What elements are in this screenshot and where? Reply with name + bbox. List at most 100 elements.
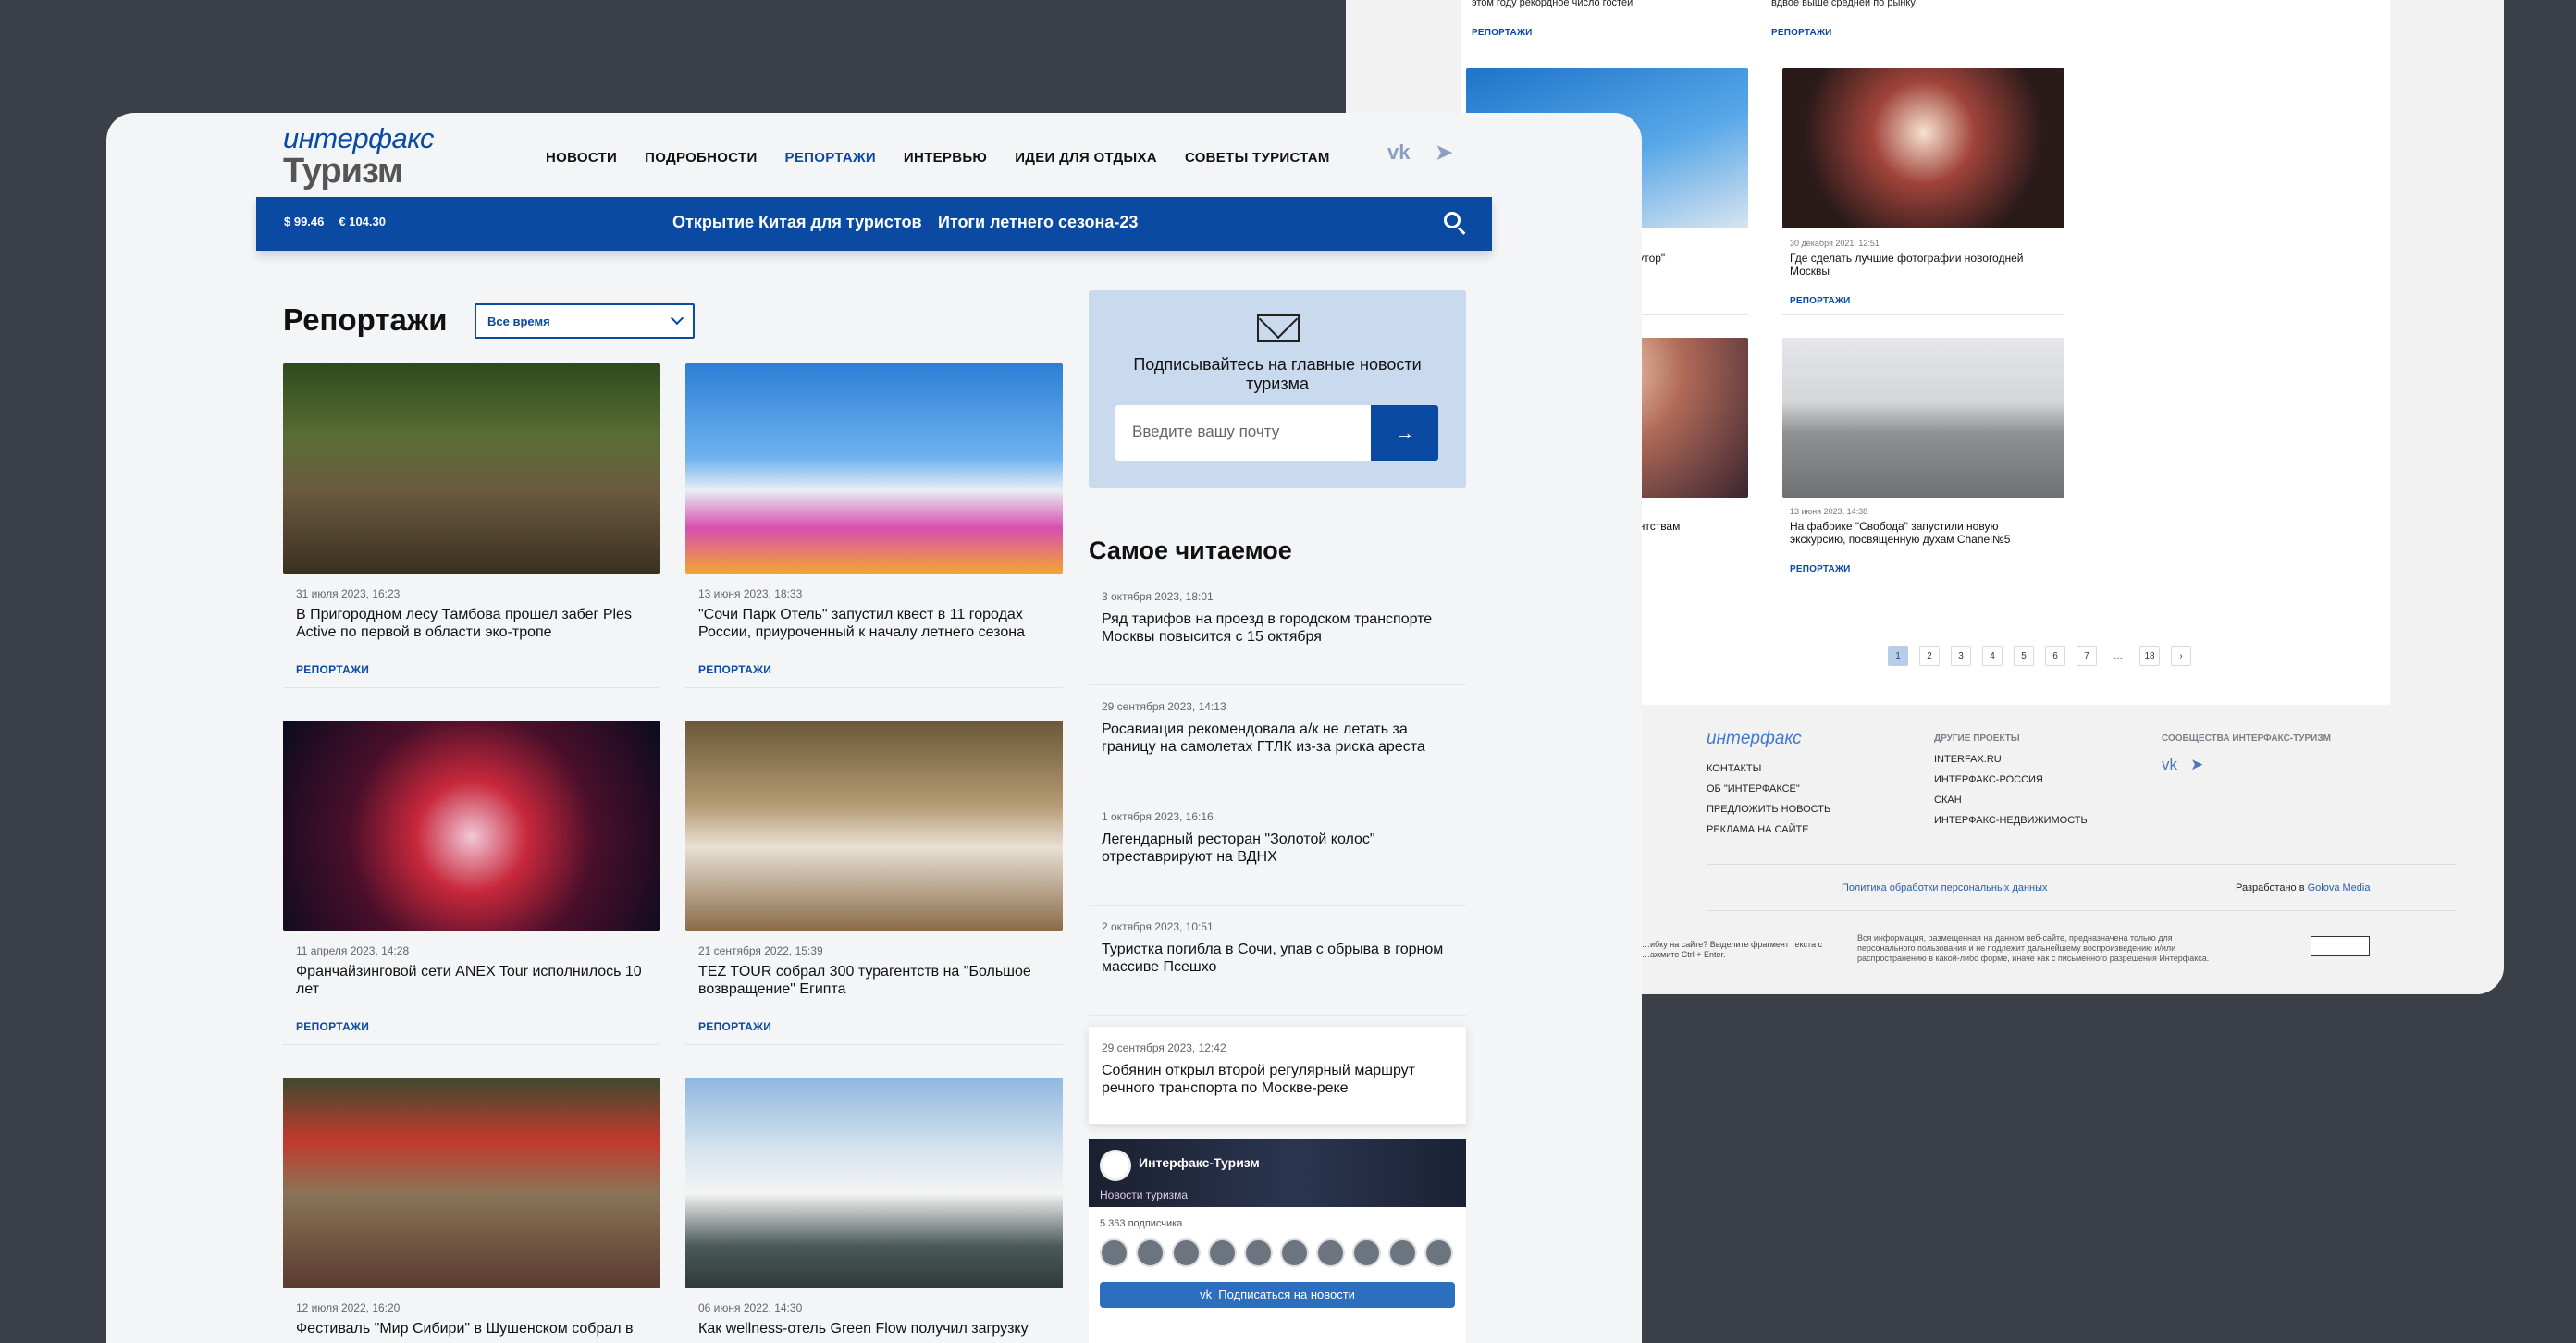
article-card[interactable]: 31 июля 2023, 16:23 В Пригородном лесу Т… — [283, 363, 660, 688]
most-read-headline[interactable]: Собянин открыл второй регулярный маршрут… — [1102, 1062, 1453, 1097]
article-tag[interactable]: РЕПОРТАЖИ — [698, 663, 1063, 676]
footer-link[interactable]: ИНТЕРФАКС-РОССИЯ — [1934, 770, 2088, 790]
developer-link[interactable]: Golova Media — [2308, 882, 2371, 893]
avatar[interactable] — [1280, 1238, 1309, 1267]
avatar[interactable] — [1316, 1238, 1345, 1267]
page-button[interactable]: 7 — [2077, 646, 2097, 666]
avatar[interactable] — [1244, 1238, 1273, 1267]
avatar[interactable] — [1136, 1238, 1165, 1267]
logo-interfax[interactable]: интерфакс — [283, 122, 435, 155]
vk-icon[interactable]: vk — [2162, 756, 2177, 773]
page-button[interactable]: 4 — [1982, 646, 2003, 666]
promo-link-season[interactable]: Итоги летнего сезона-23 — [938, 213, 1138, 232]
avatar[interactable] — [1424, 1238, 1453, 1267]
back-card-date: 30 декабря 2021, 12:51 — [1790, 239, 1880, 248]
nav-item-news[interactable]: НОВОСТИ — [546, 150, 617, 166]
back-card-image[interactable] — [1782, 68, 2064, 228]
footer-link[interactable]: РЕКЛАМА НА САЙТЕ — [1707, 819, 1830, 840]
nav-item-reports[interactable]: РЕПОРТАЖИ — [785, 150, 876, 166]
back-card-tag[interactable]: РЕПОРТАЖИ — [1790, 296, 1851, 306]
vk-subscribe-button[interactable]: vk Подписаться на новости — [1100, 1282, 1455, 1308]
footer-link[interactable]: INTERFAX.RU — [1934, 749, 2088, 770]
article-image[interactable] — [283, 1078, 660, 1288]
footer-link[interactable]: КОНТАКТЫ — [1707, 758, 1830, 779]
footer-logo[interactable]: интерфакс — [1707, 729, 1802, 749]
avatar[interactable] — [1100, 1238, 1128, 1267]
article-image[interactable] — [685, 1078, 1063, 1288]
next-page-button[interactable]: › — [2171, 646, 2191, 666]
email-input[interactable]: Введите вашу почту — [1115, 405, 1371, 461]
footer-projects: ДРУГИЕ ПРОЕКТЫ INTERFAX.RU ИНТЕРФАКС-РОС… — [1934, 729, 2088, 831]
page-button[interactable]: 6 — [2045, 646, 2065, 666]
most-read-headline[interactable]: Росавиация рекомендовала а/к не летать з… — [1102, 721, 1453, 756]
article-card[interactable]: 21 сентября 2022, 15:39 TEZ TOUR собрал … — [685, 721, 1063, 1045]
most-read-item[interactable]: 29 сентября 2023, 14:13 Росавиация реком… — [1089, 685, 1466, 795]
privacy-policy-link[interactable]: Политика обработки персональных данных — [1842, 882, 2048, 893]
back-card-image[interactable] — [1782, 338, 2064, 498]
back-card-tag[interactable]: РЕПОРТАЖИ — [1472, 28, 1533, 38]
back-card-title[interactable]: Где сделать лучшие фотографии новогодней… — [1790, 252, 2053, 277]
article-tag[interactable]: РЕПОРТАЖИ — [698, 1020, 1063, 1033]
logo-tourism[interactable]: Туризм — [283, 152, 403, 191]
most-read-headline[interactable]: Туристка погибла в Сочи, упав с обрыва в… — [1102, 941, 1453, 976]
period-filter-select[interactable]: Все время — [475, 303, 695, 339]
vk-icon[interactable]: vk — [1387, 141, 1410, 165]
promo-link-china[interactable]: Открытие Китая для туристов — [672, 213, 922, 232]
subscribe-text: Подписывайтесь на главные новости туризм… — [1133, 355, 1422, 393]
most-read-headline[interactable]: Ряд тарифов на проезд в городском трансп… — [1102, 610, 1453, 646]
page-button[interactable]: 3 — [1951, 646, 1971, 666]
article-tag[interactable]: РЕПОРТАЖИ — [296, 1020, 660, 1033]
divider — [1707, 864, 2456, 865]
telegram-icon[interactable]: ➤ — [1436, 141, 1452, 165]
article-image[interactable] — [685, 363, 1063, 574]
footer-link[interactable]: СКАН — [1934, 790, 2088, 810]
article-title[interactable]: "Сочи Парк Отель" запустил квест в 11 го… — [698, 606, 1050, 643]
avatar[interactable] — [1208, 1238, 1237, 1267]
nav-item-details[interactable]: ПОДРОБНОСТИ — [645, 150, 757, 166]
article-card[interactable]: 11 апреля 2023, 14:28 Франчайзинговой се… — [283, 721, 660, 1045]
vk-subscribe-label: Подписаться на новости — [1218, 1288, 1355, 1301]
page-button[interactable]: 18 — [2139, 646, 2160, 666]
nav-item-interview[interactable]: ИНТЕРВЬЮ — [904, 150, 987, 166]
article-card[interactable]: 13 июня 2023, 18:33 "Сочи Парк Отель" за… — [685, 363, 1063, 688]
nav-item-tips[interactable]: СОВЕТЫ ТУРИСТАМ — [1185, 150, 1330, 166]
article-image[interactable] — [283, 721, 660, 931]
page-button[interactable]: 5 — [2014, 646, 2034, 666]
article-title[interactable]: Франчайзинговой сети ANEX Tour исполнило… — [296, 963, 647, 1000]
most-read-item[interactable]: 1 октября 2023, 16:16 Легендарный рестор… — [1089, 795, 1466, 906]
article-card[interactable]: 12 июля 2022, 16:20 Фестиваль "Мир Сибир… — [283, 1078, 660, 1343]
avatar[interactable] — [1352, 1238, 1381, 1267]
article-tag[interactable]: РЕПОРТАЖИ — [296, 663, 660, 676]
article-title[interactable]: Как wellness-отель Green Flow получил за… — [698, 1320, 1050, 1343]
counter-badge[interactable] — [2311, 936, 2370, 956]
footer-link[interactable]: ОБ "ИНТЕРФАКСЕ" — [1707, 779, 1830, 799]
page-button[interactable]: 2 — [1919, 646, 1940, 666]
vk-group-name[interactable]: Интерфакс-Туризм — [1139, 1155, 1260, 1170]
back-card-title[interactable]: На фабрике "Свобода" запустили новую экс… — [1790, 520, 2053, 546]
article-title[interactable]: Фестиваль "Мир Сибири" в Шушенском собра… — [296, 1320, 647, 1343]
back-card-title: вдвое выше средней по рынку — [1771, 0, 1916, 8]
article-image[interactable] — [685, 721, 1063, 931]
page-button[interactable]: 1 — [1888, 646, 1908, 666]
article-image[interactable] — [283, 363, 660, 574]
footer-link[interactable]: ПРЕДЛОЖИТЬ НОВОСТЬ — [1707, 799, 1830, 819]
footer-link[interactable]: ИНТЕРФАКС-НЕДВИЖИМОСТЬ — [1934, 810, 2088, 831]
article-title[interactable]: В Пригородном лесу Тамбова прошел забег … — [296, 606, 647, 643]
avatar[interactable] — [1388, 1238, 1417, 1267]
most-read-headline[interactable]: Легендарный ресторан "Золотой колос" отр… — [1102, 831, 1453, 866]
avatar[interactable] — [1172, 1238, 1201, 1267]
article-title[interactable]: TEZ TOUR собрал 300 турагентств на "Боль… — [698, 963, 1050, 1000]
most-read-item-hover[interactable]: 29 сентября 2023, 12:42 Собянин открыл в… — [1089, 1027, 1466, 1125]
developer-prefix: Разработано в — [2236, 882, 2308, 893]
telegram-icon[interactable]: ➤ — [2190, 756, 2203, 773]
nav-item-ideas[interactable]: ИДЕИ ДЛЯ ОТДЫХА — [1015, 150, 1157, 166]
group-avatar[interactable] — [1100, 1150, 1131, 1181]
search-icon[interactable] — [1442, 210, 1468, 236]
most-read-item[interactable]: 2 октября 2023, 10:51 Туристка погибла в… — [1089, 906, 1466, 1016]
most-read-date: 1 октября 2023, 16:16 — [1102, 810, 1214, 823]
back-card-tag[interactable]: РЕПОРТАЖИ — [1771, 28, 1832, 38]
back-card-tag[interactable]: РЕПОРТАЖИ — [1790, 564, 1851, 574]
most-read-item[interactable]: 3 октября 2023, 18:01 Ряд тарифов на про… — [1089, 575, 1466, 685]
article-card[interactable]: 06 июня 2022, 14:30 Как wellness-отель G… — [685, 1078, 1063, 1343]
subscribe-button[interactable]: → — [1371, 405, 1438, 461]
